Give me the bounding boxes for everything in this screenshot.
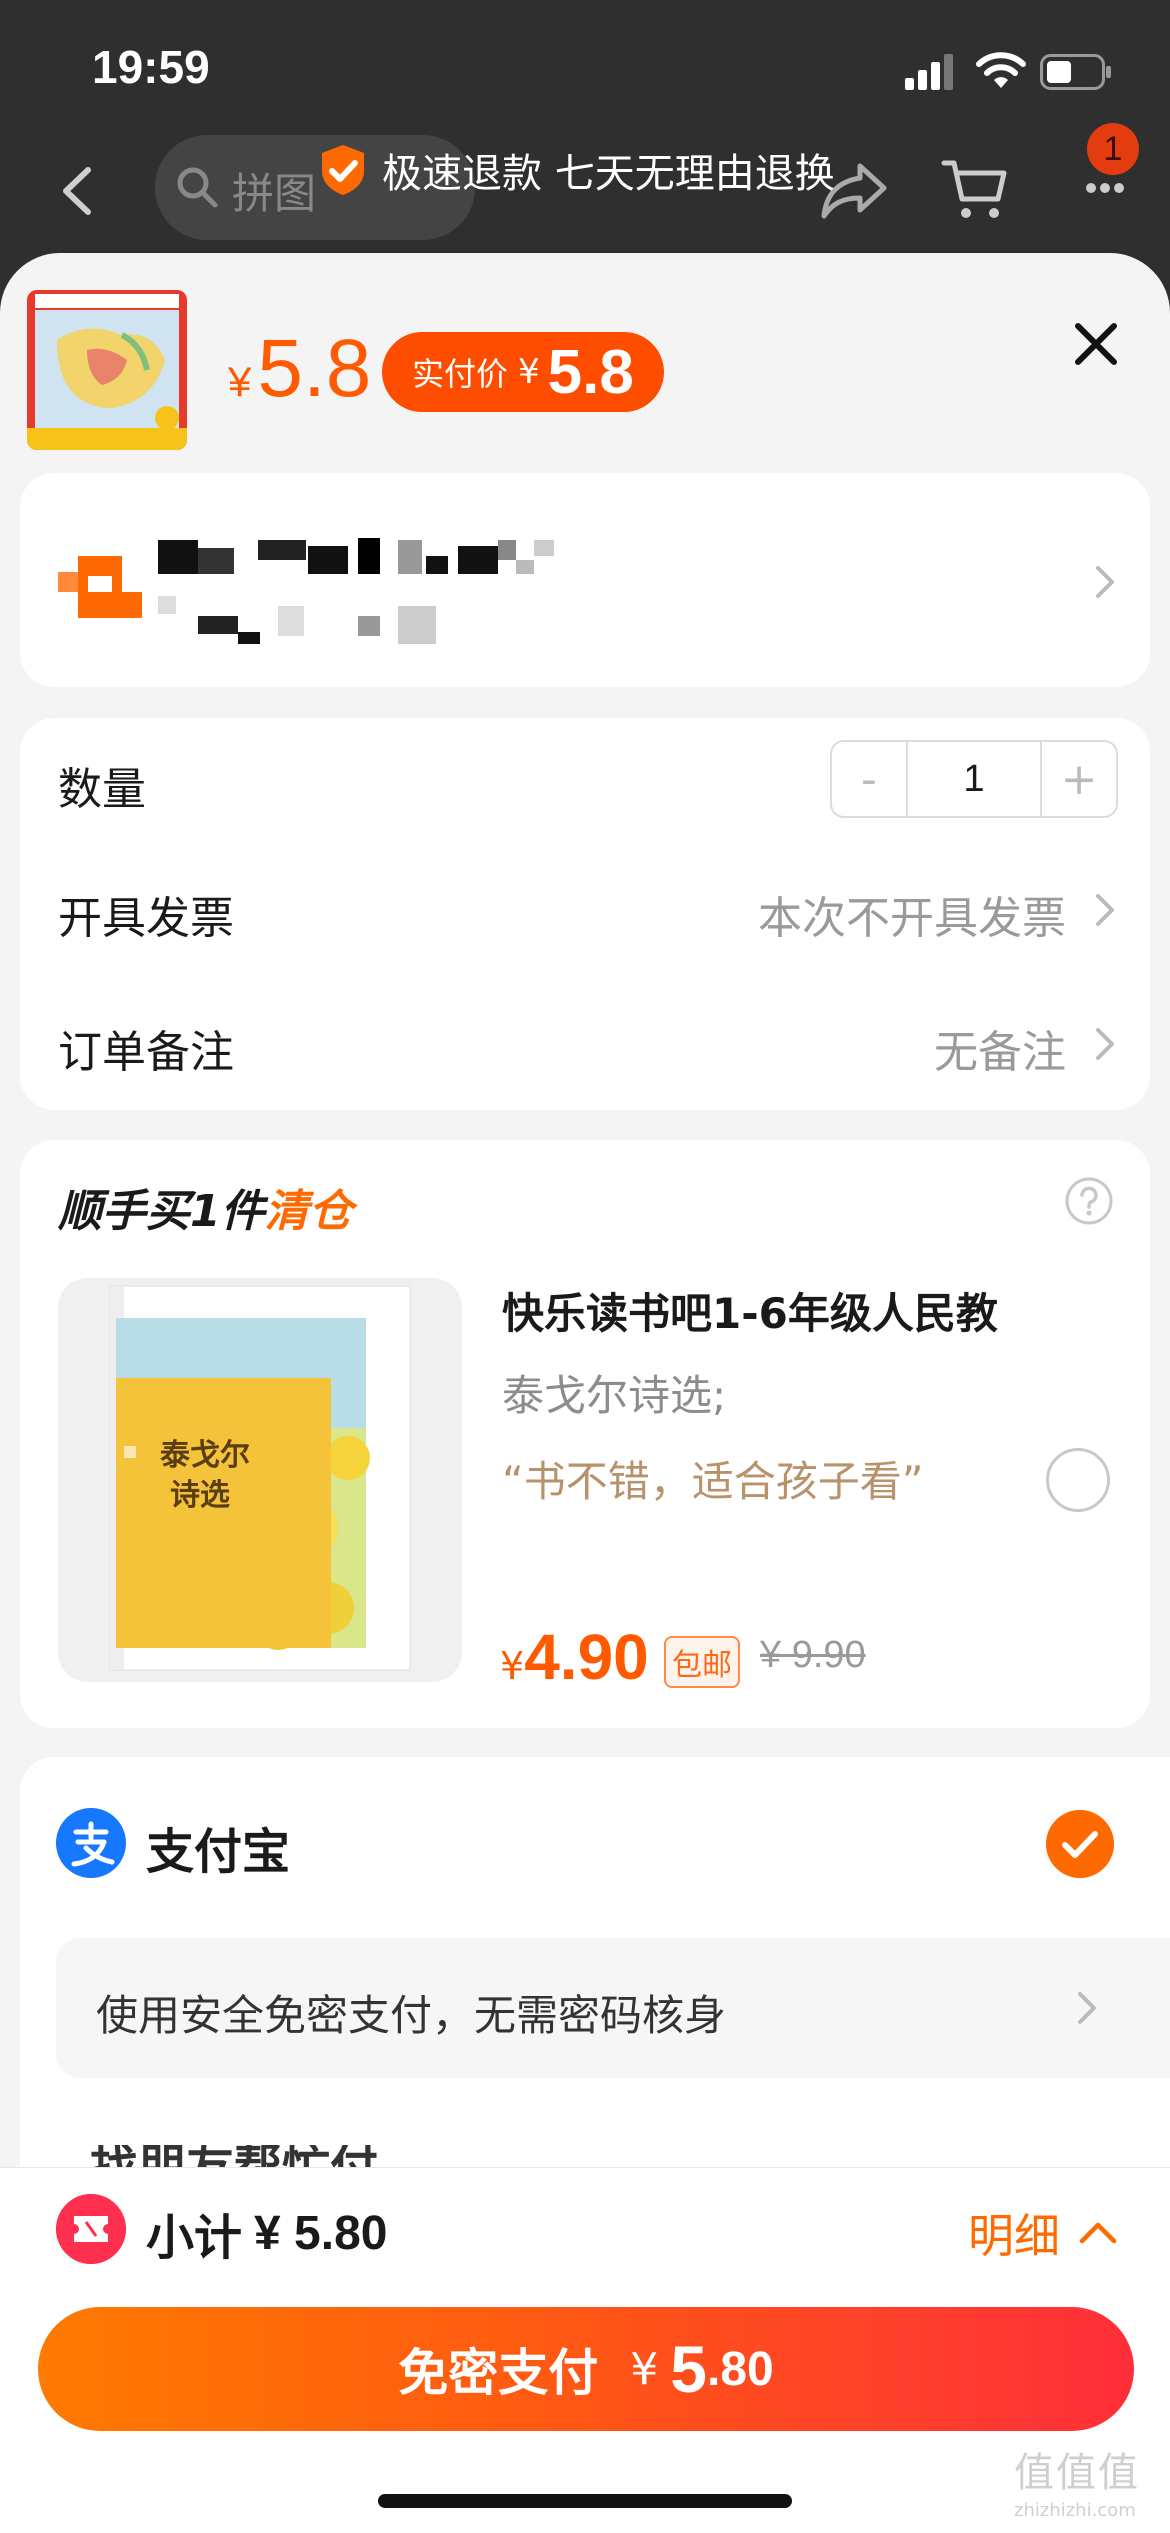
book-cover-art	[109, 1285, 411, 1671]
refund-banner-text: 极速退款 七天无理由退换	[382, 151, 835, 197]
alipay-icon	[56, 1808, 126, 1878]
next-payment-option-partial: 找朋友帮忙付	[90, 2145, 490, 2167]
invoice-label: 开具发票	[58, 893, 234, 944]
address-pixelated	[158, 538, 554, 644]
upsell-title: 顺手买1件清仓	[58, 1175, 353, 1239]
pay-button-symbol: ¥	[630, 2343, 659, 2395]
note-chevron-icon	[1078, 1992, 1096, 2024]
help-icon[interactable]	[1064, 1176, 1114, 1226]
watermark-line1: 值值值	[1014, 2450, 1140, 2496]
search-placeholder: 拼图	[232, 169, 317, 218]
book-title-line2: 诗选	[170, 1478, 230, 1513]
sheet-price-symbol: ¥	[228, 358, 252, 405]
remark-label: 订单备注	[58, 1027, 234, 1078]
actual-price-pill: 实付价 ¥ 5.8	[382, 332, 664, 412]
upsell-price-value: 4.90	[524, 1621, 649, 1693]
book-image[interactable]: 泰戈尔 诗选	[58, 1278, 462, 1682]
payment-selected-check-icon[interactable]	[1046, 1810, 1114, 1878]
actual-price-value: 5.8	[547, 337, 634, 407]
watermark: 值值值 zhizhizhi.com	[1014, 2440, 1164, 2530]
chevron-up-icon	[1079, 2222, 1117, 2244]
remark-chevron-icon	[1096, 1028, 1114, 1060]
wifi-icon	[976, 52, 1026, 88]
password-free-note-text: 使用安全免密支付，无需密码核身	[96, 1991, 727, 2040]
quantity-value[interactable]: 1	[906, 742, 1042, 816]
sheet-price: ¥ 5.8	[228, 322, 371, 416]
detail-label: 明细	[968, 2209, 1060, 2263]
home-indicator[interactable]	[378, 2494, 792, 2508]
coupon-icon	[56, 2194, 126, 2264]
refund-banner: 极速退款 七天无理由退换	[318, 140, 835, 200]
watermark-line2: zhizhizhi.com	[1014, 2500, 1136, 2521]
upsell-price-symbol: ¥	[500, 1644, 525, 1688]
back-arrow-icon[interactable]	[58, 166, 98, 216]
pay-button-label: 免密支付	[398, 2344, 599, 2402]
plus-button[interactable]: +	[1042, 742, 1116, 816]
product-thumbnail	[27, 290, 187, 450]
subtotal-label: 小计	[146, 2210, 243, 2266]
cart-badge: 1	[1087, 123, 1139, 175]
status-time: 19:59	[92, 41, 210, 93]
next-payment-option-text: 找朋友帮忙付	[90, 2145, 490, 2167]
upsell-title-prefix: 顺手买1件	[58, 1186, 265, 1237]
minus-button[interactable]: -	[832, 742, 906, 816]
quantity-label: 数量	[58, 764, 146, 815]
upsell-price: ¥ 4.90	[500, 1620, 649, 1694]
free-shipping-tag: 包邮	[664, 1636, 740, 1688]
pay-button-amount-dec: .80	[706, 2342, 774, 2396]
detail-toggle[interactable]: 明细	[968, 2200, 1118, 2266]
actual-price-label: 实付价	[412, 355, 509, 393]
invoice-value: 本次不开具发票	[758, 893, 1066, 944]
upsell-product-name[interactable]: 快乐读书吧1-6年级人民教	[502, 1280, 998, 1341]
pay-button-amount-int: 5	[670, 2332, 707, 2406]
address-chevron-icon	[1096, 566, 1114, 598]
close-icon[interactable]	[1070, 318, 1122, 370]
sheet-price-value: 5.8	[257, 323, 372, 414]
quantity-stepper[interactable]: - 1 +	[830, 740, 1118, 818]
pay-button[interactable]: 免密支付 ¥ 5 .80	[38, 2307, 1134, 2431]
upsell-select-radio[interactable]	[1046, 1448, 1110, 1512]
shield-check-icon	[322, 145, 364, 195]
cellular-signal-icon	[905, 54, 953, 90]
remark-value: 无备注	[934, 1027, 1066, 1078]
upsell-product-review: “书不错，适合孩子看”	[502, 1457, 924, 1506]
subtotal: 小计 ¥ 5.80	[146, 2198, 387, 2268]
upsell-original-price: ¥ 9.90	[760, 1634, 866, 1676]
payment-method-name[interactable]: 支付宝	[146, 1812, 290, 1882]
cart-icon[interactable]	[940, 155, 1010, 225]
more-dots-icon[interactable]	[1085, 178, 1125, 198]
actual-price-symbol: ¥	[518, 352, 540, 392]
location-pin-icon	[58, 556, 142, 618]
search-icon	[177, 167, 218, 208]
battery-icon	[1040, 54, 1111, 90]
upsell-title-tag: 清仓	[264, 1186, 353, 1237]
upsell-product-spec: 泰戈尔诗选;	[502, 1371, 727, 1420]
invoice-chevron-icon	[1096, 894, 1114, 926]
book-title-line1: 泰戈尔	[160, 1438, 250, 1473]
subtotal-value: ¥ 5.80	[254, 2206, 388, 2260]
